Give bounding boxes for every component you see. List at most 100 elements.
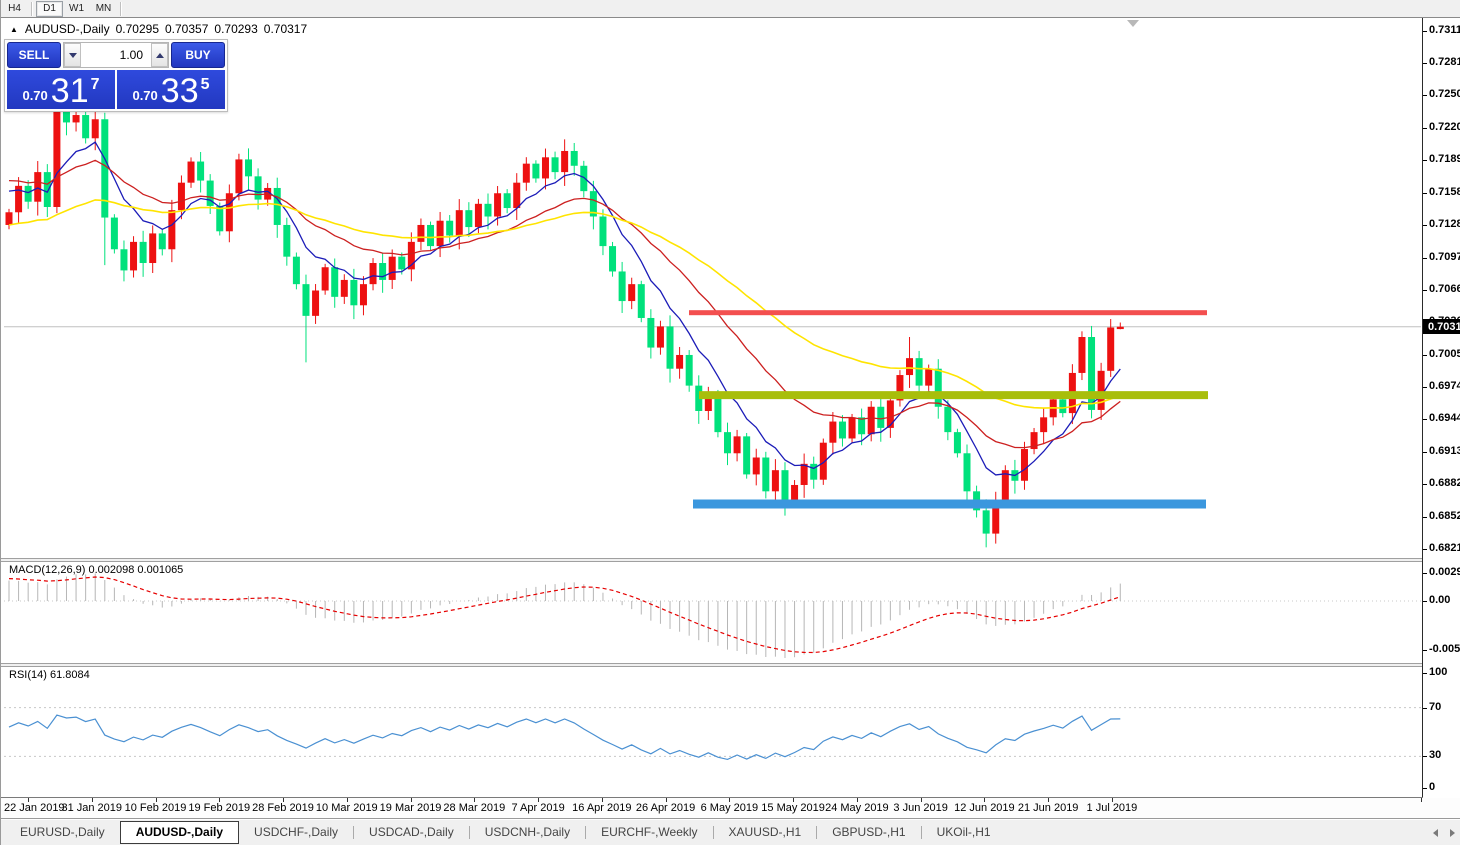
macd-panel-splitter[interactable]: [1, 558, 1422, 562]
price-tick-label: 0.71585: [1429, 186, 1460, 198]
chart-canvas[interactable]: [1, 0, 1460, 845]
tab-xauusd-h1[interactable]: XAUUSD-,H1: [714, 822, 817, 843]
buy-button[interactable]: BUY: [171, 42, 225, 68]
candle-down: [245, 159, 252, 176]
date-axis[interactable]: 22 Jan 201931 Jan 201910 Feb 201919 Feb …: [1, 798, 1460, 818]
candle-up: [92, 119, 99, 138]
candle-down: [983, 510, 990, 533]
macd-tick-label: -0.005256: [1429, 643, 1460, 655]
scroll-right-icon[interactable]: [1450, 829, 1455, 837]
date-label: 3 Jun 2019: [893, 802, 947, 814]
sell-button[interactable]: SELL: [7, 42, 61, 68]
date-label: 10 Mar 2019: [316, 802, 378, 814]
tab-eurusd-daily[interactable]: EURUSD-,Daily: [5, 822, 120, 843]
volume-input[interactable]: 1.00: [81, 43, 151, 67]
price-tick-label-tick: [1423, 193, 1427, 194]
tab-ukoil-h1[interactable]: UKOil-,H1: [922, 822, 1006, 843]
tab-usdcad-daily[interactable]: USDCAD-,Daily: [354, 822, 469, 843]
tab-gbpusd-h1[interactable]: GBPUSD-,H1: [817, 822, 920, 843]
candle-down: [580, 166, 587, 191]
chart-shift-marker-icon[interactable]: [1127, 20, 1139, 27]
sr-line-resistance[interactable]: [689, 310, 1207, 315]
chart-symbol: AUDUSD-,Daily: [25, 22, 110, 36]
candle-up: [1040, 417, 1047, 432]
candle-up: [149, 233, 156, 263]
candle-up: [561, 151, 568, 172]
symbol-tabs: EURUSD-,DailyAUDUSD-,DailyUSDCHF-,DailyU…: [5, 821, 1006, 844]
volume-decrease-button[interactable]: [64, 43, 81, 67]
candle-down: [532, 164, 539, 179]
ohlc-close: 0.70317: [264, 22, 307, 36]
candle-up: [1078, 337, 1085, 373]
sr-line-support-mid[interactable]: [699, 391, 1208, 399]
date-label: 26 Apr 2019: [636, 802, 695, 814]
ask-price-prefix: 0.70: [132, 88, 157, 103]
candle-up: [887, 400, 894, 427]
candle-up: [906, 358, 913, 375]
candle-down: [197, 162, 204, 181]
price-tick-label: 0.69130: [1429, 445, 1460, 457]
volume-increase-button[interactable]: [151, 43, 168, 67]
date-label: 19 Mar 2019: [380, 802, 442, 814]
candle-up: [801, 464, 808, 485]
ma-mid-line: [9, 160, 1120, 447]
candle-up: [341, 280, 348, 297]
price-tick-label: 0.72810: [1429, 56, 1460, 68]
rsi-tick-label: 0: [1429, 781, 1435, 793]
candle-down: [638, 284, 645, 318]
candle-up: [657, 326, 664, 347]
date-label: 28 Mar 2019: [443, 802, 505, 814]
candle-up: [494, 193, 501, 216]
tab-usdcnh-daily[interactable]: USDCNH-,Daily: [470, 822, 585, 843]
candle-up: [1117, 327, 1124, 329]
trading-platform-window: H4D1W1MN ▲AUDUSD-,Daily0.702950.703570.7…: [0, 0, 1460, 845]
rsi-tick-label-tick: [1423, 788, 1427, 789]
candle-down: [465, 210, 472, 227]
rsi-panel-splitter[interactable]: [1, 663, 1422, 667]
bid-quote-box[interactable]: 0.70317: [7, 70, 115, 109]
macd-tick-label: 0.002984: [1429, 566, 1460, 578]
date-label: 12 Jun 2019: [954, 802, 1015, 814]
rsi-tick-label-tick: [1423, 708, 1427, 709]
ask-quote-box[interactable]: 0.70335: [117, 70, 225, 109]
sr-line-support-low[interactable]: [693, 500, 1206, 509]
rsi-line: [9, 715, 1120, 759]
candle-down: [858, 417, 865, 434]
ask-price-point: 5: [201, 76, 210, 94]
candle-down: [954, 432, 961, 453]
date-label: 10 Feb 2019: [125, 802, 187, 814]
tab-audusd-daily[interactable]: AUDUSD-,Daily: [120, 821, 239, 844]
candle-down: [140, 242, 147, 263]
date-label: 28 Feb 2019: [252, 802, 314, 814]
candle-down: [302, 284, 309, 316]
candle-up: [1021, 449, 1028, 481]
candle-down: [398, 257, 405, 270]
tab-usdchf-daily[interactable]: USDCHF-,Daily: [239, 822, 353, 843]
date-label: 24 May 2019: [825, 802, 889, 814]
candle-up: [925, 369, 932, 386]
date-label: 21 Jun 2019: [1018, 802, 1079, 814]
candle-down: [25, 186, 32, 202]
candle-down: [283, 225, 290, 257]
candle-down: [446, 221, 453, 236]
price-tick-label-tick: [1423, 387, 1427, 388]
scroll-left-icon[interactable]: [1433, 829, 1438, 837]
price-axis[interactable]: 0.731150.728100.725050.722000.718900.715…: [1423, 18, 1460, 798]
tab-eurchf-weekly[interactable]: EURCHF-,Weekly: [586, 822, 712, 843]
candle-up: [130, 242, 137, 271]
candle-down: [599, 217, 606, 247]
arrow-down-icon: [69, 53, 77, 58]
candle-down: [101, 119, 108, 217]
date-label: 7 Apr 2019: [511, 802, 564, 814]
date-label: 16 Apr 2019: [572, 802, 631, 814]
price-tick-label: 0.72200: [1429, 121, 1460, 133]
rsi-indicator-label: RSI(14) 61.8084: [9, 669, 90, 681]
candle-up: [513, 183, 520, 208]
candle-up: [437, 221, 444, 246]
candle-up: [849, 417, 856, 438]
candle-down: [647, 318, 654, 348]
candle-up: [360, 284, 367, 305]
candle-up: [312, 290, 319, 315]
date-label: 15 May 2019: [761, 802, 825, 814]
candle-up: [734, 436, 741, 453]
